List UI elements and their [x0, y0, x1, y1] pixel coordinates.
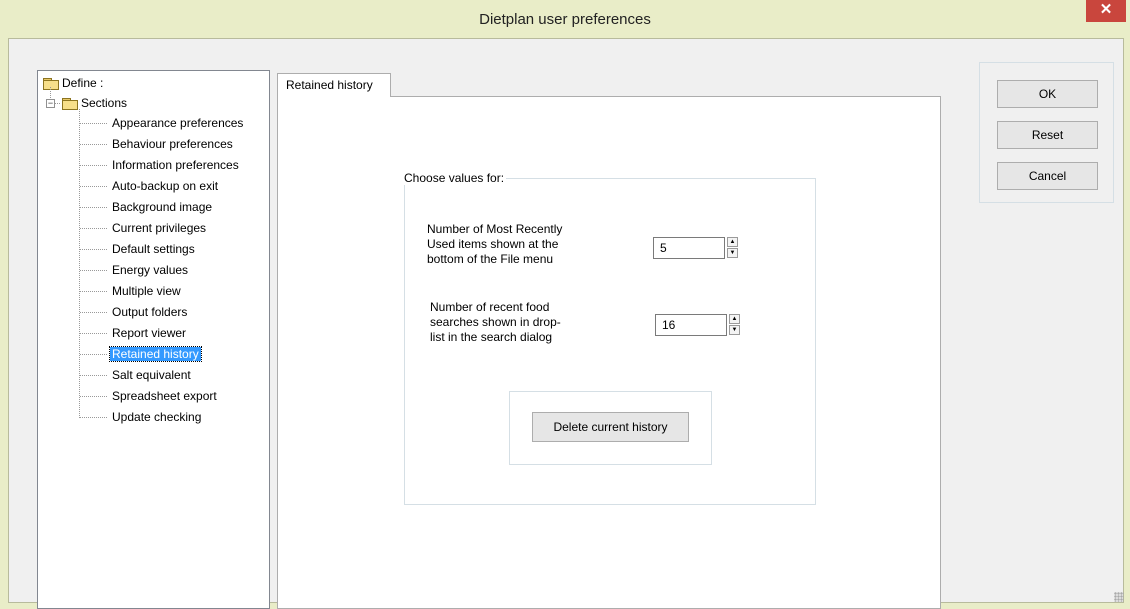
tree-item-label: Current privileges	[112, 221, 207, 235]
tree-item-spreadsheet-export[interactable]: Spreadsheet export	[112, 386, 217, 406]
tree-item-update-checking[interactable]: Update checking	[112, 407, 201, 427]
tree-item-label: Background image	[112, 200, 213, 214]
tree-item-report-viewer[interactable]: Report viewer	[112, 323, 186, 343]
collapse-icon[interactable]: −	[46, 99, 55, 108]
tree-item-retained-history[interactable]: Retained history	[109, 344, 202, 364]
tree-item-label: Energy values	[112, 263, 189, 277]
tree-item-label-selected: Retained history	[109, 346, 202, 362]
tree-connector	[80, 228, 108, 229]
title-bar: Dietplan user preferences ✕	[0, 0, 1130, 38]
tree-connector	[80, 396, 108, 397]
mru-items-stepper[interactable]: 5	[653, 237, 725, 259]
delete-history-button[interactable]: Delete current history	[532, 412, 689, 442]
tree-connector	[80, 144, 108, 145]
tree-item-information-preferences[interactable]: Information preferences	[112, 155, 239, 175]
group-label: Choose values for:	[402, 171, 507, 185]
tree-item-label: Auto-backup on exit	[112, 179, 219, 193]
tree-connector	[80, 165, 108, 166]
food-searches-stepper[interactable]: 16	[655, 314, 727, 336]
tree-item-label: Output folders	[112, 305, 188, 319]
folder-open-icon	[43, 78, 59, 91]
tree-item-label: Appearance preferences	[112, 116, 244, 130]
dialog-buttons-panel: OK Reset Cancel	[979, 62, 1114, 203]
tree-item-label: Default settings	[112, 242, 195, 256]
tree-root[interactable]: Define :	[43, 73, 103, 93]
tree-item-label: Update checking	[112, 410, 202, 424]
tab-retained-history[interactable]: Retained history	[277, 73, 391, 97]
spin-down-icon[interactable]: ▼	[727, 248, 738, 258]
tree-item-background-image[interactable]: Background image	[112, 197, 212, 217]
tree-item-salt-equivalent[interactable]: Salt equivalent	[112, 365, 191, 385]
tree-sections[interactable]: Sections	[62, 93, 127, 113]
tree-item-output-folders[interactable]: Output folders	[112, 302, 187, 322]
tree-connector	[80, 417, 108, 418]
tree-connector	[80, 270, 108, 271]
spin-up-icon[interactable]: ▲	[729, 314, 740, 324]
tree-connector	[80, 291, 108, 292]
tree-item-default-settings[interactable]: Default settings	[112, 239, 195, 259]
tree-item-multiple-view[interactable]: Multiple view	[112, 281, 181, 301]
tree-connector	[80, 207, 108, 208]
tree-item-label: Behaviour preferences	[112, 137, 233, 151]
window-title: Dietplan user preferences	[479, 11, 651, 28]
close-icon: ✕	[1099, 1, 1113, 18]
tree-item-energy-values[interactable]: Energy values	[112, 260, 188, 280]
tree-root-label: Define :	[62, 76, 104, 90]
tree-item-appearance-preferences[interactable]: Appearance preferences	[112, 113, 243, 133]
tree-connector	[80, 333, 108, 334]
ok-button[interactable]: OK	[997, 80, 1098, 108]
tree-connector	[80, 186, 108, 187]
mru-items-label: Number of Most Recently Used items shown…	[427, 222, 563, 266]
tree-connector	[80, 123, 108, 124]
resize-grip-icon[interactable]	[1114, 592, 1124, 602]
tree-item-label: Salt equivalent	[112, 368, 191, 382]
tab-page: Choose values for: Number of Most Recent…	[277, 96, 941, 609]
food-searches-label: Number of recent food searches shown in …	[430, 300, 561, 344]
delete-history-box: Delete current history	[509, 391, 712, 465]
tree-connector	[79, 109, 80, 418]
tree-item-label: Multiple view	[112, 284, 181, 298]
tree-connector	[80, 375, 108, 376]
tree-item-behaviour-preferences[interactable]: Behaviour preferences	[112, 134, 233, 154]
choose-values-group: Choose values for: Number of Most Recent…	[402, 171, 816, 505]
tree-item-label: Spreadsheet export	[112, 389, 217, 403]
tree-connector	[80, 249, 108, 250]
sections-tree[interactable]: Define : − Sections Appearance preferenc…	[37, 70, 270, 609]
close-button[interactable]: ✕	[1086, 0, 1126, 22]
spin-down-icon[interactable]: ▼	[729, 325, 740, 335]
folder-open-icon	[62, 98, 78, 111]
dialog-client-area: Define : − Sections Appearance preferenc…	[8, 38, 1124, 609]
tree-connector	[80, 312, 108, 313]
reset-button[interactable]: Reset	[997, 121, 1098, 149]
tree-connector	[80, 354, 108, 355]
spin-up-icon[interactable]: ▲	[727, 237, 738, 247]
tree-item-label: Information preferences	[112, 158, 239, 172]
tree-item-current-privileges[interactable]: Current privileges	[112, 218, 206, 238]
tree-sections-label: Sections	[81, 96, 128, 110]
tree-item-label: Report viewer	[112, 326, 187, 340]
cancel-button[interactable]: Cancel	[997, 162, 1098, 190]
tree-connector	[55, 103, 61, 104]
tree-item-auto-backup[interactable]: Auto-backup on exit	[112, 176, 218, 196]
